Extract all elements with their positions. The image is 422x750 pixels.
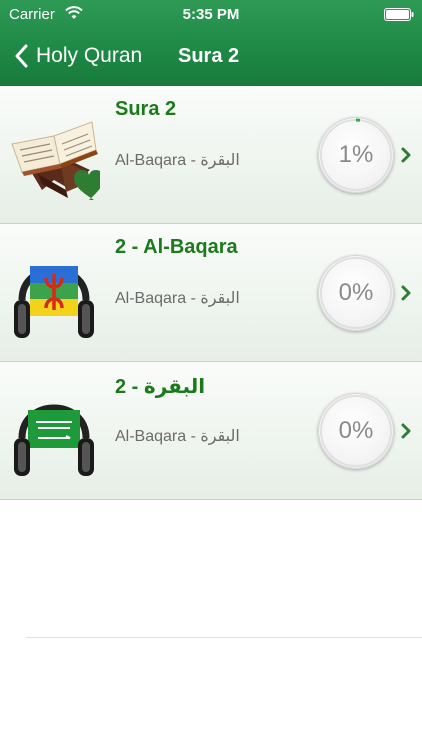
progress-label: 0% (338, 279, 374, 306)
row-title: 2 - البقرة (115, 376, 206, 398)
row-title: Sura 2 (115, 98, 177, 120)
divider (26, 637, 422, 638)
chevron-right-icon (401, 147, 411, 163)
amazigh-flag-headphones-icon (14, 266, 94, 338)
sura-list: Sura 2 Al-Baqara - البقرة 1% 2 - Al-Baqa… (0, 86, 422, 500)
list-item-audio-arabic[interactable]: 2 - البقرة Al-Baqara - البقرة 0% (0, 362, 422, 500)
status-bar: Carrier 5:35 PM (0, 0, 422, 30)
progress-label: 1% (338, 141, 374, 168)
chevron-left-icon (15, 44, 28, 68)
row-subtitle: Al-Baqara - البقرة (115, 428, 240, 445)
battery-icon (384, 8, 414, 21)
row-title: 2 - Al-Baqara (115, 236, 238, 258)
header: Carrier 5:35 PM Holy Quran Sura 2 (0, 0, 422, 86)
status-time: 5:35 PM (182, 6, 240, 23)
navigation-bar: Holy Quran Sura 2 (0, 30, 422, 82)
heart-icon (74, 170, 100, 200)
progress-circle[interactable]: 0% (318, 255, 394, 331)
progress-circle[interactable]: 1% (318, 117, 394, 193)
back-button[interactable]: Holy Quran (14, 40, 142, 72)
quran-book-icon (11, 121, 100, 200)
row-subtitle: Al-Baqara - البقرة (115, 290, 240, 307)
back-label: Holy Quran (36, 44, 143, 67)
chevron-right-icon (401, 285, 411, 301)
list-item-audio-translation[interactable]: 2 - Al-Baqara Al-Baqara - البقرة 0% (0, 224, 422, 362)
progress-label: 0% (338, 417, 374, 444)
row-subtitle: Al-Baqara - البقرة (115, 152, 240, 169)
chevron-right-icon (401, 423, 411, 439)
page-title: Sura 2 (178, 45, 240, 67)
progress-circle[interactable]: 0% (318, 393, 394, 469)
saudi-flag-headphones-icon (14, 404, 94, 476)
list-item-sura[interactable]: Sura 2 Al-Baqara - البقرة 1% (0, 86, 422, 224)
